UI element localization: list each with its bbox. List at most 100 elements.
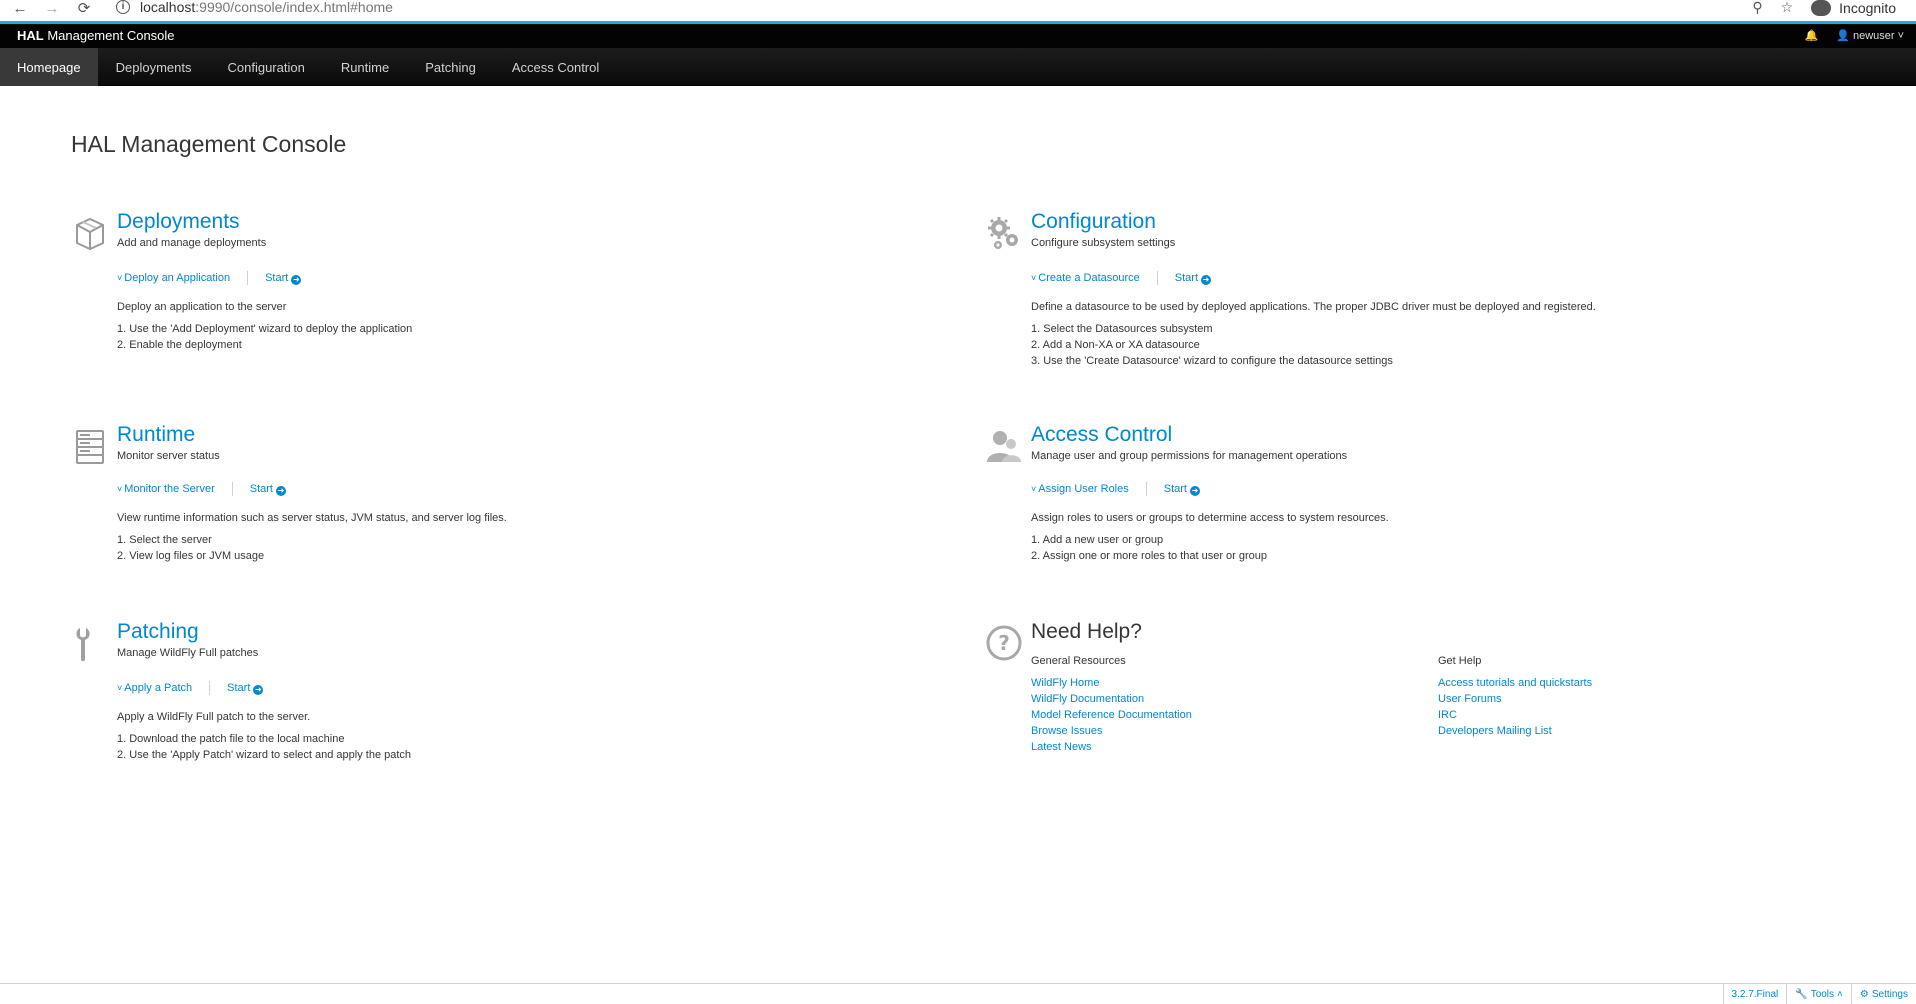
chevron-down-icon: ˅ [1031,273,1037,283]
monitor-server-toggle[interactable]: ˅ Monitor the Server [117,483,215,495]
chevron-down-icon: ˅ [1897,29,1904,42]
patching-steps: 1. Download the patch file to the local … [117,731,411,763]
users-icon [987,431,1021,462]
version-link[interactable]: 3.2.7.Final [1722,984,1787,1004]
list-item: 2. Assign one or more roles to that user… [1031,550,1268,562]
patching-start-link[interactable]: Start ➜ [227,681,264,695]
address-bar[interactable]: localhost:9990/console/index.html#home [140,0,393,15]
create-datasource-toggle[interactable]: ˅ Create a Datasource [1031,272,1140,284]
arrow-circle-right-icon: ➜ [253,684,264,695]
nav-access-control[interactable]: Access Control [494,48,617,86]
chevron-down-icon: ˅ [1031,484,1037,494]
chevron-up-icon: ˄ [1837,988,1843,1000]
nav-deployments[interactable]: Deployments [98,48,210,86]
link-user-forums[interactable]: User Forums [1438,691,1592,707]
list-item: 3. Use the 'Create Datasource' wizard to… [1031,355,1393,367]
tools-label: Tools [1810,988,1835,1000]
wrench-icon: 🔧 [1795,988,1808,1000]
arrow-circle-right-icon: ➜ [275,485,286,496]
link-tutorials-quickstarts[interactable]: Access tutorials and quickstarts [1438,675,1592,691]
patching-subtitle: Manage WildFly Full patches [117,647,259,659]
user-icon: 👤 [1836,30,1850,42]
deployments-icon [76,217,104,251]
list-item: 1. Select the Datasources subsystem [1031,323,1213,335]
settings-link[interactable]: ⚙ Settings [1850,984,1916,1004]
deployments-description: Deploy an application to the server [117,301,287,313]
settings-label: Settings [1871,988,1908,1000]
user-menu[interactable]: 👤 newuser ˅ [1836,29,1904,43]
footer: 3.2.7.Final 🔧 Tools ˄ ⚙ Settings [0,983,1916,1004]
url-host: localhost [140,0,196,15]
chevron-down-icon: ˅ [117,484,123,494]
assign-user-roles-toggle[interactable]: ˅ Assign User Roles [1031,483,1129,495]
arrow-circle-right-icon: ➜ [1201,274,1211,285]
bookmark-star-icon[interactable]: ☆ [1781,0,1794,16]
user-name: newuser [1852,29,1895,42]
action-divider [247,271,249,285]
nav-runtime[interactable]: Runtime [323,48,407,86]
section-deployments: Deployments Add and manage deployments ˅… [72,210,872,351]
action-divider [1156,271,1158,285]
list-item: 1. Download the patch file to the local … [117,733,345,745]
forward-arrow-icon[interactable]: → [42,0,62,17]
gear-icon: ⚙ [1859,988,1869,1000]
nav-homepage[interactable]: Homepage [0,48,98,86]
svg-text:?: ? [998,631,1010,655]
list-item: 1. Use the 'Add Deployment' wizard to de… [117,323,413,335]
action-divider [1145,482,1147,496]
nav-configuration[interactable]: Configuration [209,48,322,86]
site-info-icon[interactable]: i [116,0,130,14]
patching-title-link[interactable]: Patching [117,620,199,644]
access-control-steps: 1. Add a new user or group 2. Assign one… [1031,532,1267,564]
section-need-help: ? Need Help? General Resources WildFly H… [986,620,1836,765]
runtime-title-link[interactable]: Runtime [117,423,195,447]
access-control-subtitle: Manage user and group permissions for ma… [1031,450,1348,462]
deploy-application-label: Deploy an Application [124,272,231,284]
section-runtime: Runtime Monitor server status ˅ Monitor t… [72,423,872,562]
gears-icon [988,217,1018,249]
tools-menu[interactable]: 🔧 Tools ˄ [1786,984,1851,1004]
zoom-icon[interactable]: ⚲ [1752,0,1762,16]
start-label: Start [249,482,273,495]
deployments-title-link[interactable]: Deployments [117,210,240,234]
configuration-steps: 1. Select the Datasources subsystem 2. A… [1031,321,1393,369]
action-divider [231,482,233,496]
link-wildfly-documentation[interactable]: WildFly Documentation [1031,691,1192,707]
section-patching: Patching Manage WildFly Full patches ˅ Ap… [72,620,872,761]
chevron-down-icon: ˅ [117,273,123,283]
link-model-reference[interactable]: Model Reference Documentation [1031,707,1192,723]
version-label: 3.2.7.Final [1731,988,1779,1000]
link-latest-news[interactable]: Latest News [1031,739,1192,755]
nav-patching[interactable]: Patching [407,48,494,86]
start-label: Start [227,681,251,694]
link-irc[interactable]: IRC [1438,707,1592,723]
deploy-application-toggle[interactable]: ˅ Deploy an Application [117,272,230,284]
configuration-title-link[interactable]: Configuration [1031,210,1156,234]
notifications-bell-icon[interactable]: 🔔 [1805,29,1819,42]
app-header: HAL Management Console 🔔 👤 newuser ˅ [0,24,1916,48]
access-control-start-link[interactable]: Start ➜ [1164,483,1200,496]
configuration-subtitle: Configure subsystem settings [1031,237,1176,249]
assign-user-roles-label: Assign User Roles [1038,483,1129,495]
access-control-description: Assign roles to users or groups to deter… [1031,512,1389,524]
incognito-icon[interactable] [1811,0,1832,16]
deployments-start-link[interactable]: Start ➜ [265,272,302,285]
brand-logo[interactable]: HAL Management Console [17,28,175,43]
back-arrow-icon[interactable]: ← [10,0,30,17]
access-control-title-link[interactable]: Access Control [1031,423,1172,447]
url-path: :9990/console/index.html#home [195,0,393,15]
link-wildfly-home[interactable]: WildFly Home [1031,675,1192,691]
apply-patch-toggle[interactable]: ˅ Apply a Patch [117,682,192,694]
configuration-start-link[interactable]: Start ➜ [1175,272,1211,285]
link-developers-mailing-list[interactable]: Developers Mailing List [1438,723,1592,739]
reload-icon[interactable]: ⟳ [74,0,94,17]
link-browse-issues[interactable]: Browse Issues [1031,723,1192,739]
question-circle-icon: ? [986,625,1022,661]
list-item: 2. Add a Non-XA or XA datasource [1031,339,1200,351]
runtime-start-link[interactable]: Start ➜ [250,483,286,496]
start-label: Start [1163,482,1187,495]
runtime-steps: 1. Select the server 2. View log files o… [117,532,264,564]
get-help-heading: Get Help [1438,655,1482,667]
arrow-circle-right-icon: ➜ [291,274,302,285]
arrow-circle-right-icon: ➜ [1189,485,1200,496]
